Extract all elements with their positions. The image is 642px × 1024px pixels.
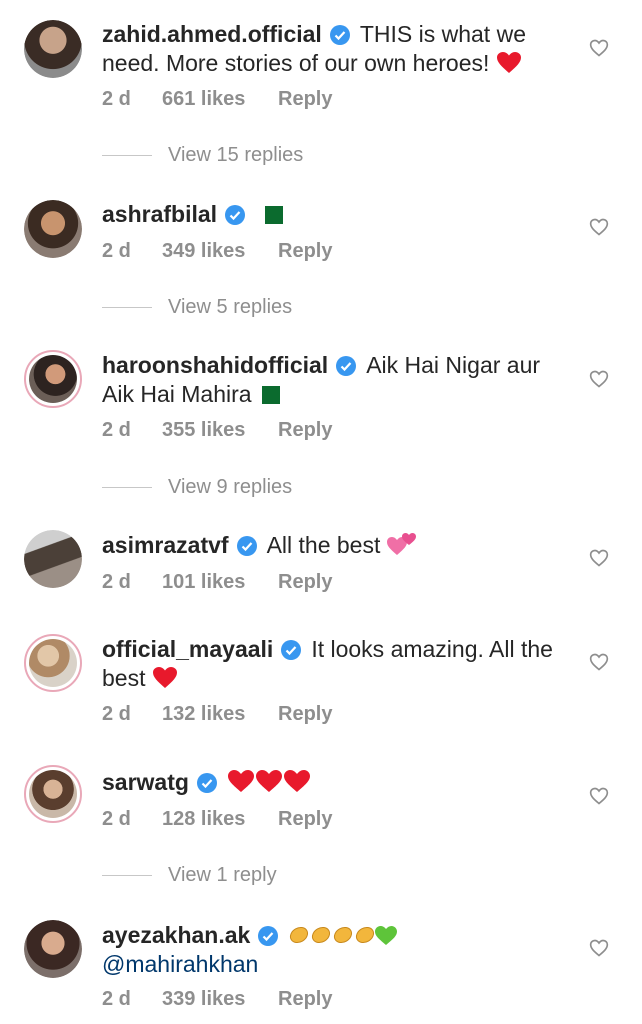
view-replies-link[interactable]: View 5 replies <box>102 296 292 319</box>
timestamp: 2 d <box>102 808 131 830</box>
like-heart-icon[interactable] <box>589 38 609 58</box>
avatar[interactable] <box>24 765 82 823</box>
reply-button[interactable]: Reply <box>278 703 332 726</box>
like-heart-icon[interactable] <box>589 652 609 672</box>
red-heart-emoji <box>496 52 521 73</box>
timestamp: 2 d <box>102 240 131 262</box>
like-count[interactable]: 132 likes <box>162 703 278 726</box>
avatar[interactable] <box>24 920 82 978</box>
reply-button[interactable]: Reply <box>278 808 332 831</box>
avatar[interactable] <box>24 200 82 258</box>
like-count[interactable]: 349 likes <box>162 240 278 263</box>
reply-button[interactable]: Reply <box>278 419 332 442</box>
username[interactable]: official_mayaali <box>102 636 273 662</box>
comment-text: Aik Hai Nigar aur <box>366 352 541 378</box>
pakistan-flag-emoji <box>259 206 284 224</box>
like-count[interactable]: 101 likes <box>162 571 278 594</box>
reply-button[interactable]: Reply <box>278 571 332 594</box>
verified-icon <box>336 356 357 376</box>
comment-text: best <box>102 665 146 691</box>
avatar[interactable] <box>24 20 82 78</box>
like-count[interactable]: 128 likes <box>162 808 278 831</box>
view-replies-link[interactable]: View 1 reply <box>102 864 277 887</box>
divider-line <box>102 487 152 489</box>
username[interactable]: asimrazatvf <box>102 532 229 558</box>
verified-icon <box>225 205 246 225</box>
reply-button[interactable]: Reply <box>278 988 332 1011</box>
reply-button[interactable]: Reply <box>278 240 332 263</box>
like-heart-icon[interactable] <box>589 938 609 958</box>
verified-icon <box>258 926 279 946</box>
view-replies-link[interactable]: View 15 replies <box>102 144 303 167</box>
comment-text: All the best <box>266 532 381 558</box>
view-replies-link[interactable]: View 9 replies <box>102 476 292 499</box>
username[interactable]: sarwatg <box>102 769 189 795</box>
verified-icon <box>236 536 257 556</box>
like-heart-icon[interactable] <box>589 786 609 806</box>
two-hearts-emoji <box>386 533 416 555</box>
username[interactable]: ashrafbilal <box>102 201 217 227</box>
like-heart-icon[interactable] <box>589 217 609 237</box>
avatar[interactable] <box>24 634 82 692</box>
comment-text: need. More stories of our own heroes! <box>102 50 490 76</box>
like-heart-icon[interactable] <box>589 548 609 568</box>
timestamp: 2 d <box>102 419 131 441</box>
three-red-hearts-emoji <box>227 770 310 792</box>
timestamp: 2 d <box>102 571 131 593</box>
like-count[interactable]: 661 likes <box>162 88 278 111</box>
like-heart-icon[interactable] <box>589 369 609 389</box>
mention-link[interactable]: @mahirahkhan <box>102 951 258 977</box>
comment-text: Aik Hai Mahira <box>102 381 252 407</box>
timestamp: 2 d <box>102 988 131 1010</box>
reply-button[interactable]: Reply <box>278 88 332 111</box>
timestamp: 2 d <box>102 703 131 725</box>
red-heart-emoji <box>152 667 177 688</box>
divider-line <box>102 155 152 157</box>
like-count[interactable]: 355 likes <box>162 419 278 442</box>
pakistan-flag-emoji <box>255 386 280 404</box>
username[interactable]: ayezakhan.ak <box>102 922 250 948</box>
verified-icon <box>329 25 350 45</box>
username[interactable]: haroonshahidofficial <box>102 352 328 378</box>
avatar[interactable] <box>24 350 82 408</box>
verified-icon <box>196 773 217 793</box>
divider-line <box>102 307 152 309</box>
verified-icon <box>281 640 302 660</box>
timestamp: 2 d <box>102 88 131 110</box>
comment-text: It looks amazing. All the <box>311 636 553 662</box>
avatar[interactable] <box>24 530 82 588</box>
divider-line <box>102 875 152 877</box>
clapping-hands-emoji <box>290 926 398 945</box>
username[interactable]: zahid.ahmed.official <box>102 21 322 47</box>
like-count[interactable]: 339 likes <box>162 988 278 1011</box>
comment-text: THIS is what we <box>359 21 526 47</box>
